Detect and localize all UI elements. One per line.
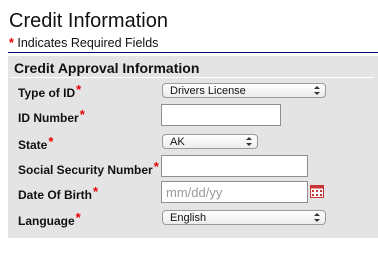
required-fields-note: * Indicates Required Fields bbox=[9, 36, 158, 51]
state-label-text: State bbox=[18, 138, 48, 152]
ssn-label-text: Social Security Number bbox=[18, 163, 153, 177]
type-of-id-select[interactable]: Drivers License bbox=[162, 83, 326, 98]
type-of-id-label-text: Type of ID bbox=[18, 86, 76, 100]
language-label-text: Language bbox=[18, 214, 75, 228]
state-value: AK bbox=[170, 136, 185, 148]
select-arrows-icon bbox=[314, 86, 320, 95]
required-asterisk: * bbox=[48, 134, 54, 149]
select-arrows-icon bbox=[246, 137, 252, 146]
language-select[interactable]: English bbox=[162, 210, 326, 225]
ssn-label: Social Security Number* bbox=[18, 159, 159, 178]
panel-divider bbox=[10, 77, 374, 78]
required-asterisk: * bbox=[79, 107, 85, 122]
language-value: English bbox=[170, 212, 207, 224]
type-of-id-label: Type of ID* bbox=[18, 82, 82, 101]
calendar-icon[interactable] bbox=[310, 184, 324, 198]
ssn-input[interactable] bbox=[161, 155, 308, 177]
header-divider bbox=[8, 52, 378, 53]
credit-approval-panel: Credit Approval Information Type of ID* … bbox=[8, 56, 378, 238]
panel-title: Credit Approval Information bbox=[14, 60, 200, 76]
id-number-input[interactable] bbox=[161, 104, 281, 126]
dob-label: Date Of Birth* bbox=[18, 184, 99, 203]
select-arrows-icon bbox=[314, 213, 320, 222]
type-of-id-value: Drivers License bbox=[170, 85, 246, 97]
state-label: State* bbox=[18, 134, 54, 153]
state-select[interactable]: AK bbox=[162, 134, 258, 149]
dob-label-text: Date Of Birth bbox=[18, 188, 93, 202]
id-number-label-text: ID Number bbox=[18, 111, 79, 125]
page-title: Credit Information bbox=[9, 10, 168, 32]
dob-input[interactable] bbox=[161, 181, 308, 203]
required-asterisk: * bbox=[76, 82, 82, 97]
required-asterisk: * bbox=[153, 159, 159, 174]
required-asterisk: * bbox=[93, 184, 99, 199]
required-note-text: Indicates Required Fields bbox=[13, 36, 159, 50]
id-number-label: ID Number* bbox=[18, 107, 85, 126]
required-asterisk: * bbox=[75, 210, 81, 225]
language-label: Language* bbox=[18, 210, 81, 229]
